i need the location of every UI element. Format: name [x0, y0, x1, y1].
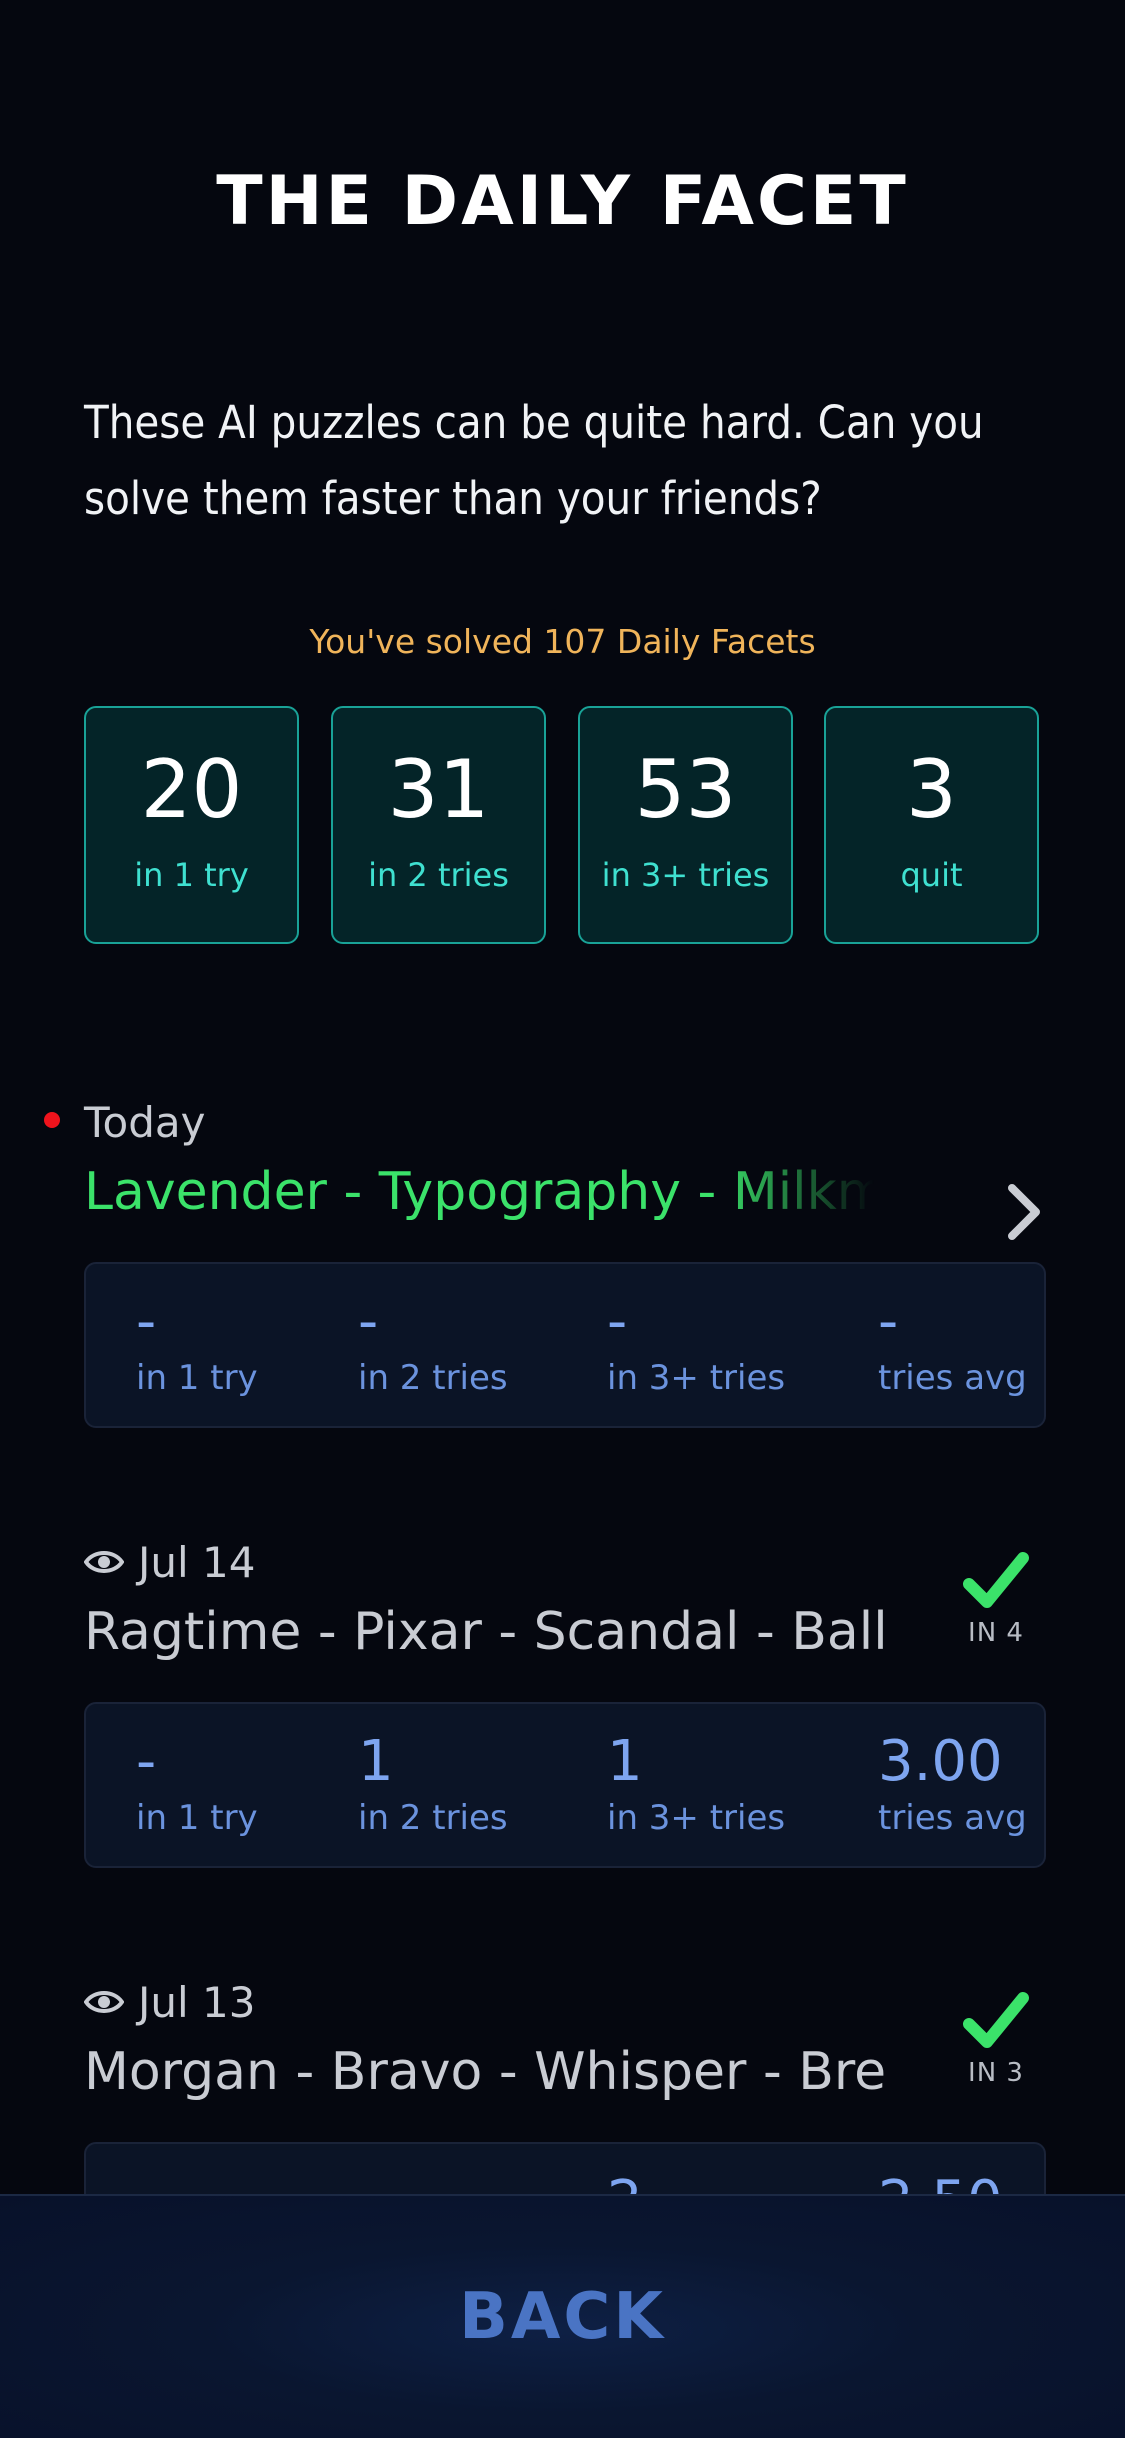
day-stat-label: in 3+ tries	[607, 1798, 786, 1838]
day-words[interactable]: Ragtime - Pixar - Scandal - Ballot	[84, 1602, 884, 1662]
day-stat-label: tries avg	[878, 1798, 1027, 1838]
day-stat-value: 1	[358, 1729, 394, 1794]
stat-label: in 3+ tries	[601, 856, 770, 894]
day-stat: 1 in 3+ tries	[607, 1729, 786, 1839]
stat-2-tries: 31 in 2 tries	[331, 706, 546, 944]
day-words[interactable]: Lavender - Typography - Milkman - S	[84, 1162, 874, 1222]
stat-1-try: 20 in 1 try	[84, 706, 299, 944]
day-stat-label: in 1 try	[136, 1798, 258, 1838]
stat-value: 3	[906, 743, 957, 836]
day-stat-value: 3.00	[878, 1729, 1003, 1794]
day-stat: 3.00 tries avg	[878, 1729, 1027, 1839]
day-date: Jul 13	[138, 1977, 256, 2027]
day-stat-value: 1	[607, 1729, 643, 1794]
day-stat-value: -	[878, 1289, 899, 1354]
intro-text: These AI puzzles can be quite hard. Can …	[84, 396, 984, 525]
chevron-right-icon[interactable]	[1004, 1182, 1044, 1242]
day-stat-value: -	[136, 1289, 157, 1354]
summary-stats: 20 in 1 try 31 in 2 tries 53 in 3+ tries…	[84, 706, 1040, 946]
back-button[interactable]: BACK	[0, 2280, 1125, 2354]
stat-3-plus-tries: 53 in 3+ tries	[578, 706, 793, 944]
day-stat-value: -	[358, 1289, 379, 1354]
bottom-bar: BACK	[0, 2194, 1125, 2438]
stat-value: 31	[387, 743, 490, 836]
day-date: Jul 14	[138, 1537, 256, 1587]
day-header: Today	[44, 1094, 206, 1150]
day-words[interactable]: Morgan - Bravo - Whisper - Breeze	[84, 2042, 884, 2102]
eye-icon	[84, 1551, 124, 1573]
day-stat: - tries avg	[878, 1289, 1027, 1399]
result-badge: IN 3	[956, 1990, 1036, 2088]
day-stat-label: in 3+ tries	[607, 1358, 786, 1398]
stat-value: 20	[140, 743, 243, 836]
stat-quit: 3 quit	[824, 706, 1039, 944]
eye-icon	[84, 1991, 124, 2013]
new-indicator-dot	[44, 1112, 60, 1128]
checkmark-icon	[963, 1552, 1029, 1608]
day-stat: - in 3+ tries	[607, 1289, 786, 1399]
day-stat: - in 2 tries	[358, 1289, 508, 1399]
result-label: IN 4	[968, 1618, 1024, 1648]
stat-label: in 2 tries	[368, 856, 509, 894]
day-stat-value: -	[607, 1289, 628, 1354]
stat-label: in 1 try	[134, 856, 249, 894]
day-stat: - in 1 try	[136, 1289, 258, 1399]
stat-label: quit	[900, 856, 963, 894]
stat-value: 53	[634, 743, 737, 836]
day-stat-label: in 2 tries	[358, 1358, 508, 1398]
day-header: Jul 14	[84, 1534, 255, 1590]
result-badge: IN 4	[956, 1550, 1036, 1648]
day-date: Today	[84, 1097, 206, 1147]
day-stat-label: in 1 try	[136, 1358, 258, 1398]
day-stat: - in 1 try	[136, 1729, 258, 1839]
day-stat-label: tries avg	[878, 1358, 1027, 1398]
day-header: Jul 13	[84, 1974, 255, 2030]
result-label: IN 3	[968, 2058, 1024, 2088]
day-stat-label: in 2 tries	[358, 1798, 508, 1838]
day-stat-value: -	[136, 1729, 157, 1794]
day-stat: 1 in 2 tries	[358, 1729, 508, 1839]
day-stats: - in 1 try 1 in 2 tries 1 in 3+ tries 3.00 t…	[84, 1702, 1046, 1868]
checkmark-icon	[963, 1992, 1029, 2048]
day-stats: - in 1 try - in 2 tries - in 3+ tries - trie…	[84, 1262, 1046, 1428]
page-title: THE DAILY FACET	[216, 162, 909, 241]
solved-count: You've solved 107 Daily Facets	[309, 622, 816, 661]
